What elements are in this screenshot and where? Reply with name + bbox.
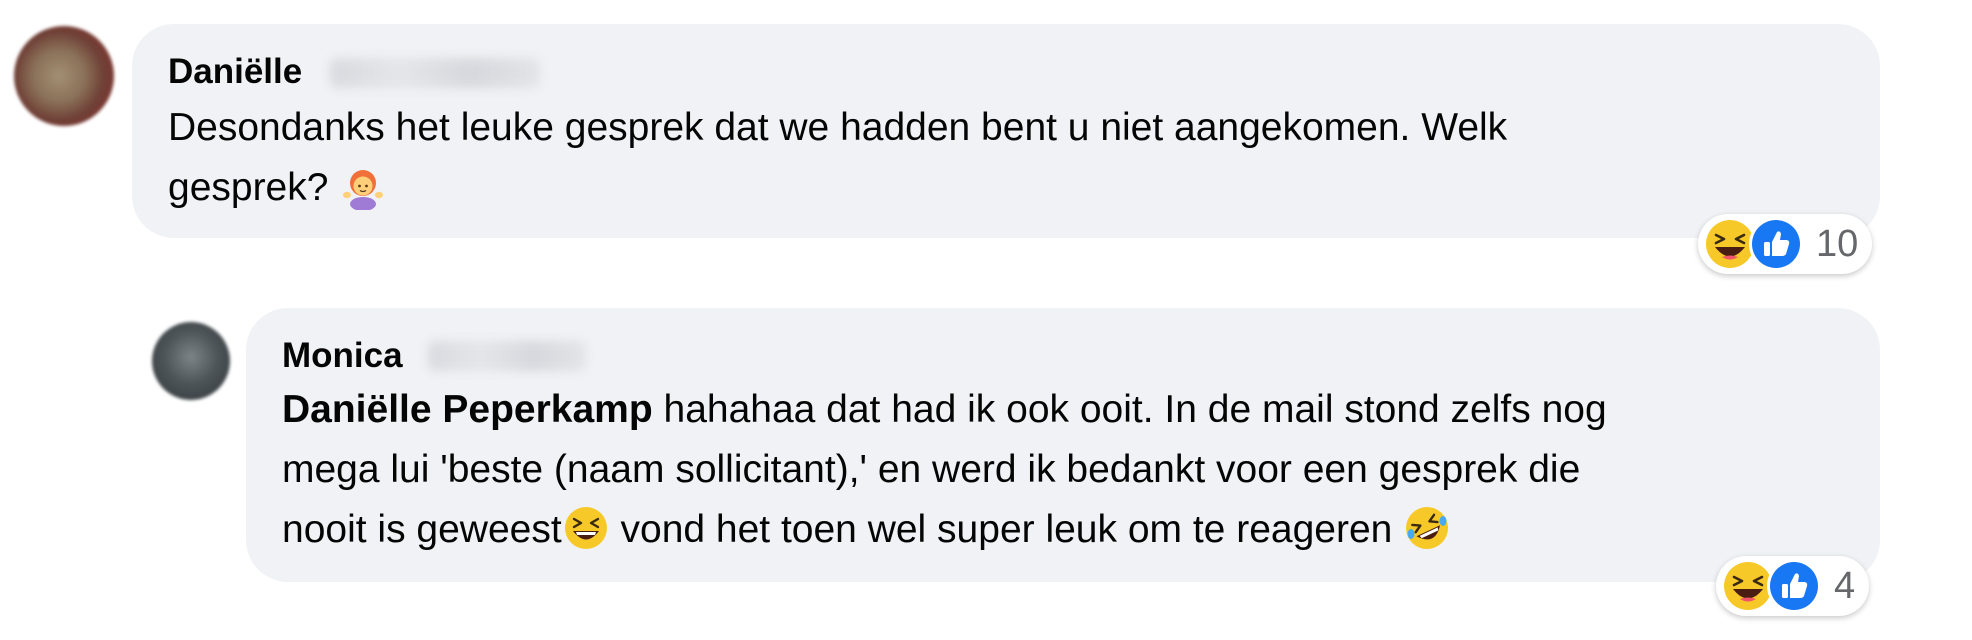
blurred-surname: [428, 341, 586, 371]
reaction-count: 4: [1834, 565, 1856, 607]
comment-line-text: gesprek?: [168, 166, 340, 209]
comment-line: nooit is geweest vond het toen wel super…: [282, 500, 1607, 560]
comment-line: Desondanks het leuke gesprek dat we hadd…: [168, 106, 1508, 149]
comment-line-text: nooit is geweest: [282, 508, 562, 551]
shrug-woman-emoji-icon: [343, 170, 384, 210]
rolling-laughing-emoji-icon: [1406, 507, 1449, 549]
comment-author[interactable]: Daniëlle: [168, 52, 302, 92]
mention-link[interactable]: Daniëlle Peperkamp: [282, 388, 653, 431]
blurred-surname: [330, 58, 540, 88]
comment-text: Desondanks het leuke gesprek dat we hadd…: [168, 98, 1507, 218]
grinning-squinting-emoji-icon: [564, 507, 607, 549]
avatar[interactable]: [152, 322, 230, 400]
like-icon: [1767, 559, 1821, 613]
like-icon: [1749, 217, 1803, 271]
reaction-summary[interactable]: 4: [1716, 556, 1870, 616]
comment-line: mega lui 'beste (naam sollicitant),' en …: [282, 448, 1581, 491]
comment-line-text: hahahaa dat had ik ook ooit. In de mail …: [652, 388, 1607, 431]
reaction-count: 10: [1816, 223, 1859, 265]
comment-author[interactable]: Monica: [282, 336, 403, 376]
comment-line: Daniëlle Peperkamp hahahaa dat had ik oo…: [282, 380, 1607, 440]
comment-line: gesprek?: [168, 158, 1507, 218]
reaction-summary[interactable]: 10: [1698, 214, 1873, 274]
avatar[interactable]: [14, 26, 114, 126]
comment-line-text: vond het toen wel super leuk om te reage…: [609, 508, 1404, 551]
comment-text: Daniëlle Peperkamp hahahaa dat had ik oo…: [282, 380, 1607, 560]
